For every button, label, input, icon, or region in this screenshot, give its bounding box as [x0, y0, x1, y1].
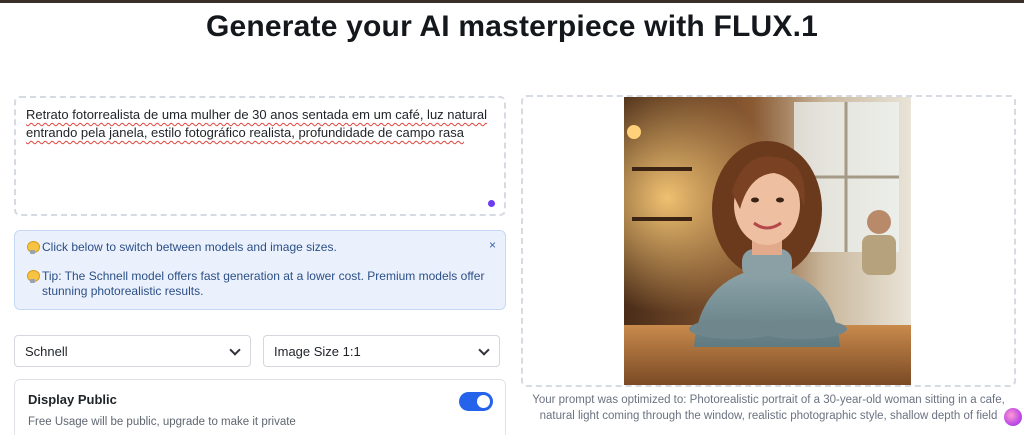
- image-result-panel: [521, 95, 1016, 387]
- optimized-prompt-text: Your prompt was optimized to: Photoreali…: [532, 394, 1005, 422]
- page-title: Generate your AI masterpiece with FLUX.1: [205, 10, 819, 43]
- display-public-card: Display Public Free Usage will be public…: [14, 379, 506, 435]
- prompt-input[interactable]: Retrato fotorrealista de uma mulher de 3…: [14, 96, 506, 216]
- info-line-tip: Tip: The Schnell model offers fast gener…: [27, 269, 493, 299]
- chevron-down-icon: [230, 346, 240, 356]
- display-public-toggle[interactable]: [459, 392, 493, 411]
- info-text-models: Click below to switch between models and…: [42, 240, 337, 254]
- toggle-knob: [477, 395, 490, 408]
- chevron-down-icon: [479, 346, 489, 356]
- info-banner: Click below to switch between models and…: [14, 230, 506, 310]
- grammar-indicator-icon[interactable]: [488, 200, 495, 207]
- lightbulb-icon: [27, 241, 40, 254]
- close-icon[interactable]: ×: [489, 239, 496, 251]
- generated-portrait-icon: [624, 97, 911, 385]
- info-line-models: Click below to switch between models and…: [27, 240, 493, 255]
- prompt-text[interactable]: Retrato fotorrealista de uma mulher de 3…: [26, 106, 494, 142]
- display-public-subtitle: Free Usage will be public, upgrade to ma…: [28, 416, 296, 428]
- info-text-tip: Tip: The Schnell model offers fast gener…: [42, 269, 485, 298]
- image-size-select-value: Image Size 1:1: [274, 343, 361, 359]
- top-border: [0, 0, 1024, 3]
- lightbulb-icon: [27, 270, 40, 283]
- model-select-value: Schnell: [25, 343, 68, 359]
- assistant-brain-icon[interactable]: [1004, 408, 1022, 426]
- display-public-title: Display Public: [28, 392, 117, 407]
- generated-image[interactable]: [624, 97, 911, 385]
- image-size-select[interactable]: Image Size 1:1: [263, 335, 500, 367]
- model-select[interactable]: Schnell: [14, 335, 251, 367]
